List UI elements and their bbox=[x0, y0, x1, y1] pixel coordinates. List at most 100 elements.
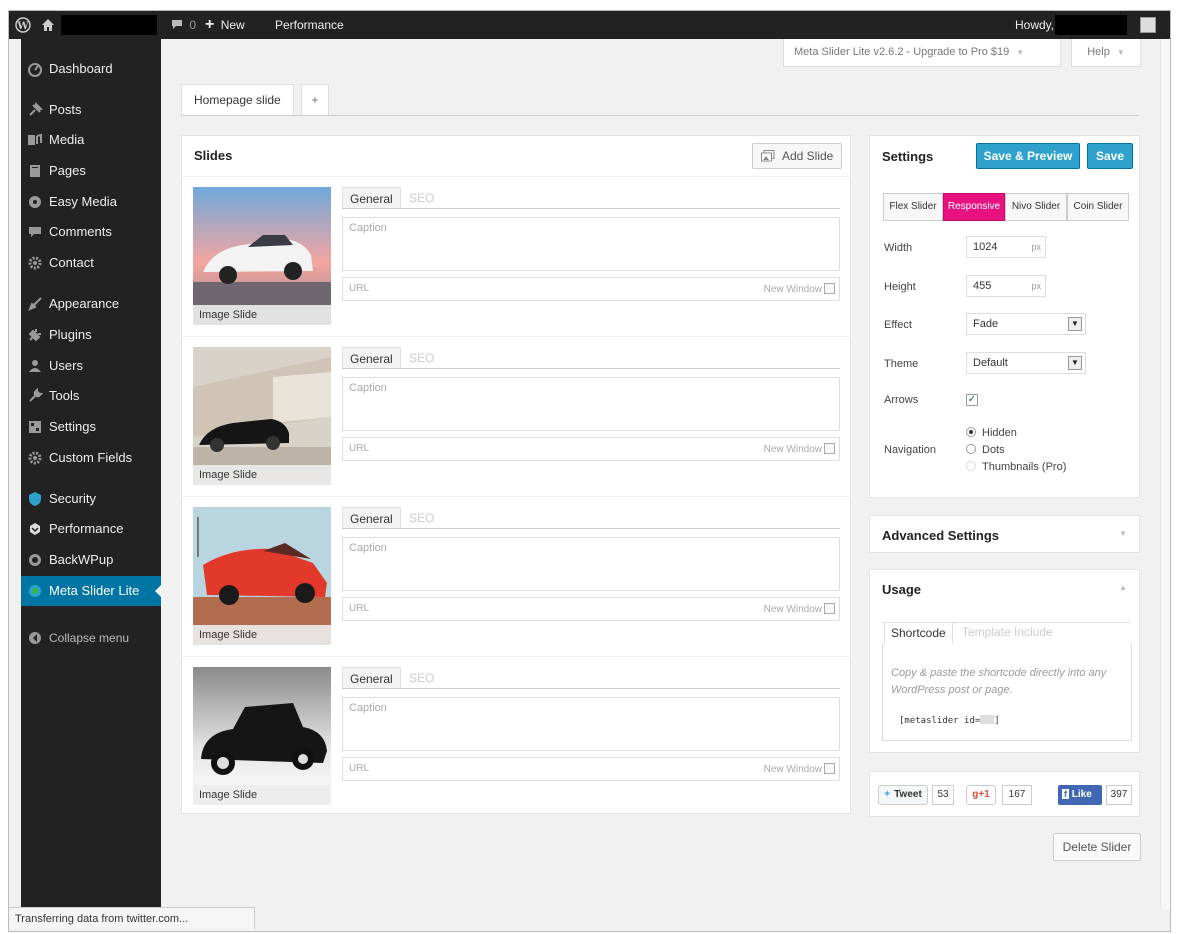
performance-link[interactable]: Performance bbox=[275, 11, 344, 39]
save-button[interactable]: Save bbox=[1087, 143, 1133, 169]
new-window-option[interactable]: New Window bbox=[764, 283, 835, 295]
sidebar-item-tools[interactable]: Tools bbox=[21, 381, 161, 411]
sidebar-item-security[interactable]: Security bbox=[21, 484, 161, 514]
navigation-option-hidden[interactable]: Hidden bbox=[966, 427, 1017, 439]
wordpress-logo-icon[interactable]: W bbox=[15, 11, 31, 39]
settings-title: Settings bbox=[882, 149, 934, 164]
sidebar-item-label: Posts bbox=[49, 102, 82, 117]
tab-seo[interactable]: SEO bbox=[402, 667, 441, 689]
new-window-checkbox[interactable] bbox=[824, 283, 835, 294]
radio-icon bbox=[966, 427, 976, 437]
sidebar-item-performance[interactable]: Performance bbox=[21, 514, 161, 544]
sidebar-item-settings[interactable]: Settings bbox=[21, 412, 161, 442]
sidebar-item-label: BackWPup bbox=[49, 552, 114, 567]
tab-seo[interactable]: SEO bbox=[402, 347, 441, 369]
tab-template-include[interactable]: Template Include bbox=[962, 625, 1053, 639]
tab-shortcode[interactable]: Shortcode bbox=[884, 622, 953, 644]
navigation-option-dots[interactable]: Dots bbox=[966, 444, 1005, 456]
home-icon[interactable] bbox=[41, 11, 55, 39]
sidebar-item-backwpup[interactable]: BackWPup bbox=[21, 545, 161, 575]
tab-homepage-slide[interactable]: Homepage slide bbox=[181, 84, 294, 116]
tab-general[interactable]: General bbox=[342, 507, 401, 529]
tab-general[interactable]: General bbox=[342, 187, 401, 209]
sidebar-item-comments[interactable]: Comments bbox=[21, 217, 161, 247]
comments-link[interactable]: 0 bbox=[171, 11, 196, 39]
shortcode-text[interactable]: [metaslider id=] bbox=[899, 715, 1000, 726]
width-input[interactable]: 1024 px bbox=[966, 236, 1046, 258]
slider-type-responsive[interactable]: Responsive bbox=[943, 193, 1005, 221]
sidebar-item-pages[interactable]: Pages bbox=[21, 156, 161, 186]
new-window-option[interactable]: New Window bbox=[764, 603, 835, 615]
new-window-label: New Window bbox=[763, 604, 822, 615]
settings-icon bbox=[29, 421, 41, 433]
sidebar-item-dashboard[interactable]: Dashboard bbox=[21, 54, 161, 84]
save-preview-button[interactable]: Save & Preview bbox=[976, 143, 1080, 169]
effect-select[interactable]: Fade ▼ bbox=[966, 313, 1086, 335]
sidebar-item-plugins[interactable]: Plugins bbox=[21, 320, 161, 350]
avatar[interactable] bbox=[1140, 17, 1156, 33]
sidebar-item-label: Users bbox=[49, 358, 83, 373]
chevron-down-icon: ▼ bbox=[1119, 529, 1127, 538]
add-slider-tab[interactable]: + bbox=[301, 84, 329, 116]
caption-placeholder: Caption bbox=[349, 702, 387, 714]
new-window-checkbox[interactable] bbox=[824, 603, 835, 614]
caption-textarea[interactable]: Caption bbox=[342, 537, 840, 591]
username-redacted[interactable] bbox=[1055, 15, 1127, 35]
advanced-settings-panel[interactable]: Advanced Settings ▼ bbox=[869, 515, 1140, 553]
url-input[interactable]: URL New Window bbox=[342, 757, 840, 781]
sidebar-item-contact[interactable]: Contact bbox=[21, 248, 161, 278]
caption-textarea[interactable]: Caption bbox=[342, 697, 840, 751]
new-content-link[interactable]: + New bbox=[205, 11, 245, 39]
browser-window: W 0 + New Performance Howdy, Dashboard Po… bbox=[8, 10, 1171, 932]
caption-textarea[interactable]: Caption bbox=[342, 377, 840, 431]
new-window-checkbox[interactable] bbox=[824, 443, 835, 454]
slide-thumbnail[interactable]: Image Slide bbox=[193, 347, 331, 485]
chevron-up-icon[interactable]: ▲ bbox=[1119, 583, 1127, 592]
height-value: 455 bbox=[973, 280, 992, 292]
height-input[interactable]: 455 px bbox=[966, 275, 1046, 297]
url-input[interactable]: URL New Window bbox=[342, 597, 840, 621]
arrows-checkbox[interactable]: ✓ bbox=[966, 394, 978, 406]
shortcode-suffix: ] bbox=[994, 716, 1000, 726]
sidebar-item-easy-media[interactable]: Easy Media bbox=[21, 187, 161, 217]
sidebar-item-appearance[interactable]: Appearance bbox=[21, 289, 161, 319]
new-window-option[interactable]: New Window bbox=[764, 763, 835, 775]
slider-type-coin-slider[interactable]: Coin Slider bbox=[1067, 193, 1129, 221]
sidebar-item-users[interactable]: Users bbox=[21, 351, 161, 381]
sidebar-item-label: Security bbox=[49, 491, 96, 506]
slide-thumbnail[interactable]: Image Slide bbox=[193, 507, 331, 645]
upgrade-tab[interactable]: Meta Slider Lite v2.6.2 - Upgrade to Pro… bbox=[783, 39, 1061, 67]
sidebar-item-meta-slider-lite[interactable]: Meta Slider Lite bbox=[21, 576, 162, 606]
tweet-button[interactable]: ✦ Tweet bbox=[878, 785, 928, 805]
google-plus-button[interactable]: g+1 bbox=[966, 785, 996, 805]
sidebar-item-label: Appearance bbox=[49, 296, 120, 311]
slider-type-nivo-slider[interactable]: Nivo Slider bbox=[1005, 193, 1067, 221]
tab-seo[interactable]: SEO bbox=[402, 187, 441, 209]
url-input[interactable]: URL New Window bbox=[342, 277, 840, 301]
url-input[interactable]: URL New Window bbox=[342, 437, 840, 461]
slide-thumbnail[interactable]: Image Slide bbox=[193, 667, 331, 805]
howdy-text[interactable]: Howdy, bbox=[1015, 11, 1054, 39]
caption-textarea[interactable]: Caption bbox=[342, 217, 840, 271]
sidebar-item-custom-fields[interactable]: Custom Fields bbox=[21, 443, 161, 473]
site-name-redacted[interactable] bbox=[61, 15, 157, 35]
new-window-option[interactable]: New Window bbox=[764, 443, 835, 455]
tab-general[interactable]: General bbox=[342, 667, 401, 689]
slide-thumbnail[interactable]: Image Slide bbox=[193, 187, 331, 325]
slider-type-flex-slider[interactable]: Flex Slider bbox=[883, 193, 943, 221]
tab-seo[interactable]: SEO bbox=[402, 507, 441, 529]
scrollbar[interactable] bbox=[1160, 39, 1170, 909]
sidebar-item-label: Tools bbox=[49, 388, 80, 403]
sidebar-item-posts[interactable]: Posts bbox=[21, 95, 161, 125]
delete-slider-button[interactable]: Delete Slider bbox=[1053, 833, 1141, 861]
new-window-label: New Window bbox=[763, 444, 822, 455]
slide-row: Image Slide General SEO Caption URL New Windo… bbox=[182, 496, 850, 656]
tab-general[interactable]: General bbox=[342, 347, 401, 369]
help-tab[interactable]: Help ▼ bbox=[1071, 39, 1141, 67]
theme-select[interactable]: Default ▼ bbox=[966, 352, 1086, 374]
add-slide-button[interactable]: Add Slide bbox=[752, 143, 842, 169]
facebook-like-button[interactable]: f Like bbox=[1058, 785, 1102, 805]
new-window-checkbox[interactable] bbox=[824, 763, 835, 774]
collapse-menu-button[interactable]: Collapse menu bbox=[21, 623, 161, 653]
sidebar-item-media[interactable]: Media bbox=[21, 125, 161, 155]
